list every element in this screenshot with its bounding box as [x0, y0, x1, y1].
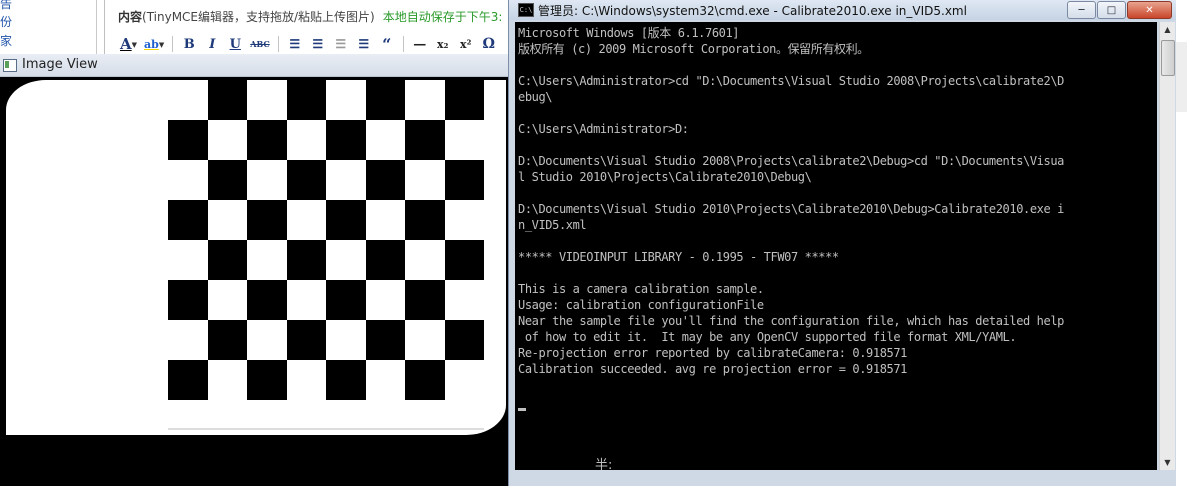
chessboard-square	[365, 240, 405, 280]
captured-frame	[6, 80, 506, 435]
chessboard-square	[207, 80, 247, 120]
console-text: Microsoft Windows [版本 6.1.7601] 版权所有 (c)…	[518, 26, 1064, 376]
minimize-button[interactable]: ─	[1067, 1, 1096, 19]
strikethrough-button[interactable]: ABC	[248, 34, 271, 54]
text-cursor	[518, 408, 526, 411]
chessboard-square	[207, 240, 247, 280]
chessboard-square	[405, 200, 445, 240]
bold-button[interactable]: B	[179, 34, 199, 54]
content-label: 内容	[118, 10, 143, 24]
indent-icon[interactable]: ☰	[354, 34, 374, 54]
chessboard-square	[326, 200, 366, 240]
editor-toolbar: A ▼ ab ▼ B I U ABC ☰ ☰ ☰ ☰ “ — x₂ x² Ω	[118, 32, 518, 56]
chessboard-square	[168, 280, 208, 320]
image-view-title: Image View	[22, 57, 98, 72]
console-output-area[interactable]: Microsoft Windows [版本 6.1.7601] 版权所有 (c)…	[515, 22, 1157, 470]
cmd-bottom-border	[509, 470, 1176, 486]
chessboard-square	[444, 240, 484, 280]
desktop-element	[1176, 42, 1187, 112]
highlight-color-button[interactable]: ab ▼	[142, 34, 166, 54]
scrollbar-thumb[interactable]	[1161, 40, 1175, 76]
subscript-button[interactable]: x₂	[433, 34, 453, 54]
chessboard-square	[286, 320, 326, 360]
toolbar-separator	[172, 36, 174, 52]
vertical-scrollbar[interactable]: ▲ ▼	[1159, 22, 1175, 470]
chessboard-square	[405, 280, 445, 320]
horizontal-rule-button[interactable]: —	[410, 34, 430, 54]
chessboard-square	[247, 280, 287, 320]
maximize-button[interactable]: □	[1097, 1, 1126, 19]
chessboard-square	[444, 320, 484, 360]
chessboard-square	[207, 160, 247, 200]
chessboard-square	[168, 360, 208, 400]
nav-link-3[interactable]: 家	[0, 32, 12, 49]
chessboard-square	[405, 360, 445, 400]
nav-link-1[interactable]: 告	[0, 0, 12, 12]
chessboard-square	[286, 240, 326, 280]
scroll-down-icon[interactable]: ▼	[1160, 455, 1175, 470]
numbered-list-icon[interactable]: ☰	[308, 34, 328, 54]
autosave-status: 本地自动保存于下午3:	[382, 10, 503, 24]
outdent-icon[interactable]: ☰	[331, 34, 351, 54]
superscript-button[interactable]: x²	[456, 34, 476, 54]
chessboard-square	[168, 200, 208, 240]
cmd-title: 管理员: C:\Windows\system32\cmd.exe - Calib…	[538, 4, 967, 18]
image-view-window: Image View	[0, 54, 508, 486]
chessboard-square	[444, 160, 484, 200]
image-view-titlebar[interactable]: Image View	[0, 54, 508, 77]
chessboard-square	[247, 120, 287, 160]
cmd-icon: C:\	[518, 3, 534, 17]
chessboard-square	[405, 120, 445, 160]
cmd-window: C:\ 管理员: C:\Windows\system32\cmd.exe - C…	[508, 0, 1176, 486]
cmd-titlebar[interactable]: C:\ 管理员: C:\Windows\system32\cmd.exe - C…	[509, 0, 1176, 20]
editor-header: 内容(TinyMCE编辑器，支持拖放/粘贴上传图片) 本地自动保存于下午3:	[118, 8, 502, 25]
chessboard-square	[365, 160, 405, 200]
chessboard-square	[247, 360, 287, 400]
chessboard-square	[326, 120, 366, 160]
chessboard-square	[444, 80, 484, 120]
ime-status: 半:	[595, 458, 613, 470]
toolbar-separator	[402, 36, 404, 52]
image-canvas	[0, 77, 508, 486]
font-color-button[interactable]: A ▼	[118, 34, 139, 54]
bullet-list-icon[interactable]: ☰	[285, 34, 305, 54]
chessboard-pattern	[168, 80, 484, 429]
desktop-edge	[1176, 0, 1187, 486]
board-edge	[168, 428, 484, 430]
blockquote-button[interactable]: “	[377, 34, 397, 54]
content-hint: (TinyMCE编辑器，支持拖放/粘贴上传图片)	[142, 10, 375, 24]
chessboard-square	[168, 120, 208, 160]
close-button[interactable]: ✕	[1127, 1, 1172, 19]
italic-button[interactable]: I	[202, 34, 222, 54]
scroll-up-icon[interactable]: ▲	[1160, 22, 1175, 37]
window-controls: ─ □ ✕	[1066, 1, 1172, 19]
chessboard-square	[247, 200, 287, 240]
special-char-button[interactable]: Ω	[479, 34, 499, 54]
chessboard-square	[207, 320, 247, 360]
chessboard-square	[365, 320, 405, 360]
image-icon	[3, 59, 17, 72]
chessboard-square	[365, 80, 405, 120]
chessboard-square	[286, 80, 326, 120]
chessboard-square	[326, 280, 366, 320]
chessboard-square	[286, 160, 326, 200]
underline-button[interactable]: U	[225, 34, 245, 54]
nav-link-2[interactable]: 份	[0, 13, 12, 30]
chessboard-square	[326, 360, 366, 400]
toolbar-separator	[277, 36, 279, 52]
